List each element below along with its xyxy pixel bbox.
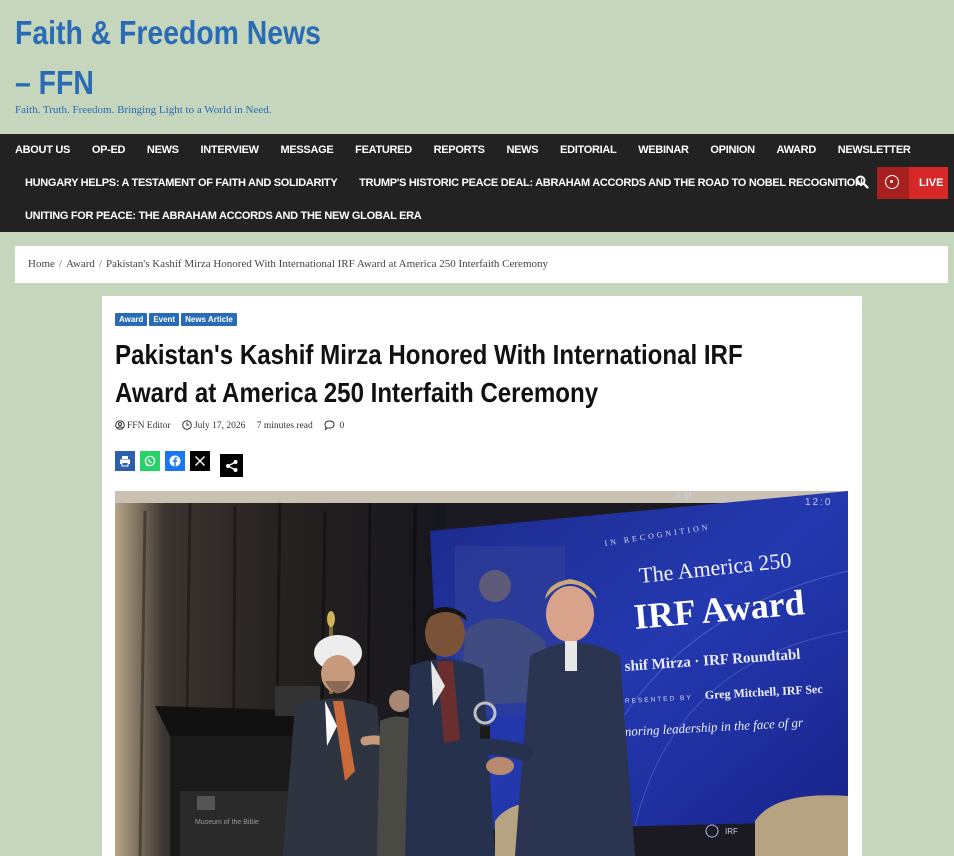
category-tags: Award Event News Article bbox=[115, 309, 239, 327]
nav-item-message[interactable]: MESSAGE bbox=[280, 144, 333, 156]
site-title[interactable]: Faith & Freedom News – FFN bbox=[15, 8, 325, 108]
featured-image: AM 12:0 IN RECOGNITION The America 250 I… bbox=[115, 491, 848, 856]
live-icon-box bbox=[877, 167, 909, 199]
comments-link[interactable]: 0 bbox=[324, 420, 345, 432]
live-button[interactable]: LIVE bbox=[877, 167, 948, 199]
breadcrumb-home[interactable]: Home bbox=[28, 258, 55, 270]
breadcrumb: Home / Award / Pakistan's Kashif Mirza Honor… bbox=[15, 246, 948, 283]
article-headline: Pakistan's Kashif Mirza Honored With Int… bbox=[115, 339, 743, 408]
search-button[interactable] bbox=[855, 175, 871, 191]
nav-item-featured[interactable]: FEATURED bbox=[355, 144, 412, 156]
nav-item-news[interactable]: NEWS bbox=[147, 144, 179, 156]
publish-date-text: July 17, 2026 bbox=[193, 421, 246, 431]
award-ceremony-photo: AM 12:0 IN RECOGNITION The America 250 I… bbox=[115, 491, 848, 856]
nav-item-newsletter[interactable]: NEWSLETTER bbox=[838, 144, 911, 156]
facebook-icon bbox=[169, 455, 181, 467]
nav-item-trump-peace-deal[interactable]: TRUMP'S HISTORIC PEACE DEAL: ABRAHAM ACC… bbox=[359, 177, 863, 189]
screen-footer: IRF bbox=[725, 827, 738, 836]
search-icon bbox=[855, 175, 869, 189]
screen-top-text: AM bbox=[675, 491, 695, 501]
x-icon bbox=[195, 456, 205, 466]
nav-item-award[interactable]: AWARD bbox=[777, 144, 817, 156]
live-label: LIVE bbox=[919, 177, 944, 189]
podium-label: Museum of the Bible bbox=[195, 819, 259, 826]
nav-item-reports[interactable]: REPORTS bbox=[434, 144, 485, 156]
nav-item-editorial[interactable]: EDITORIAL bbox=[560, 144, 617, 156]
x-share-button[interactable] bbox=[190, 451, 210, 471]
screen-top-right-text: 12:0 bbox=[805, 497, 832, 508]
breadcrumb-separator: / bbox=[58, 258, 62, 270]
read-time: 7 minutes read bbox=[256, 421, 313, 431]
site-title-link[interactable]: Faith & Freedom News – FFN bbox=[15, 14, 321, 101]
site-tagline: Faith. Truth. Freedom. Bringing Light to… bbox=[15, 104, 272, 116]
breadcrumb-award[interactable]: Award bbox=[66, 258, 95, 270]
nav-item-uniting-for-peace[interactable]: UNITING FOR PEACE: THE ABRAHAM ACCORDS A… bbox=[25, 210, 422, 222]
facebook-share-button[interactable] bbox=[165, 451, 185, 471]
nav-item-opinion[interactable]: OPINION bbox=[710, 144, 755, 156]
article-card: Award Event News Article Pakistan's Kashif… bbox=[102, 296, 862, 856]
nav-item-hungary-helps[interactable]: HUNGARY HELPS: A TESTAMENT OF FAITH AND … bbox=[25, 177, 338, 189]
publish-date: July 17, 2026 bbox=[182, 420, 245, 431]
nav-item-webinar[interactable]: WEBINAR bbox=[638, 144, 689, 156]
whatsapp-icon bbox=[144, 455, 156, 467]
print-button[interactable] bbox=[115, 451, 135, 471]
breadcrumb-current: Pakistan's Kashif Mirza Honored With Int… bbox=[105, 258, 548, 270]
nav-item-news-2[interactable]: NEWS bbox=[506, 144, 538, 156]
print-icon bbox=[120, 456, 130, 467]
author[interactable]: FFN Editor bbox=[115, 420, 171, 431]
user-icon bbox=[115, 420, 125, 430]
main-navigation: ABOUT US OP-ED NEWS INTERVIEW MESSAGE FE… bbox=[0, 134, 954, 232]
live-icon bbox=[885, 175, 899, 189]
clock-icon bbox=[182, 420, 192, 430]
nav-row-secondary: HUNGARY HELPS: A TESTAMENT OF FAITH AND … bbox=[25, 177, 882, 189]
author-name: FFN Editor bbox=[127, 421, 171, 431]
nav-item-about-us[interactable]: ABOUT US bbox=[15, 144, 70, 156]
nav-row-primary: ABOUT US OP-ED NEWS INTERVIEW MESSAGE FE… bbox=[15, 144, 930, 156]
whatsapp-share-button[interactable] bbox=[140, 451, 160, 471]
nav-item-interview[interactable]: INTERVIEW bbox=[201, 144, 260, 156]
breadcrumb-separator: / bbox=[98, 258, 102, 270]
comment-count: 0 bbox=[339, 421, 345, 431]
share-icon bbox=[226, 460, 238, 472]
category-tag-award[interactable]: Award bbox=[115, 313, 148, 326]
more-share-button[interactable] bbox=[220, 454, 243, 477]
nav-row-tertiary: UNITING FOR PEACE: THE ABRAHAM ACCORDS A… bbox=[25, 210, 422, 222]
nav-item-op-ed[interactable]: OP-ED bbox=[92, 144, 126, 156]
article-meta: FFN Editor July 17, 2026 7 minutes read … bbox=[115, 420, 353, 432]
category-tag-event[interactable]: Event bbox=[149, 313, 180, 326]
category-tag-news-article[interactable]: News Article bbox=[181, 313, 237, 326]
comment-icon bbox=[324, 420, 335, 432]
